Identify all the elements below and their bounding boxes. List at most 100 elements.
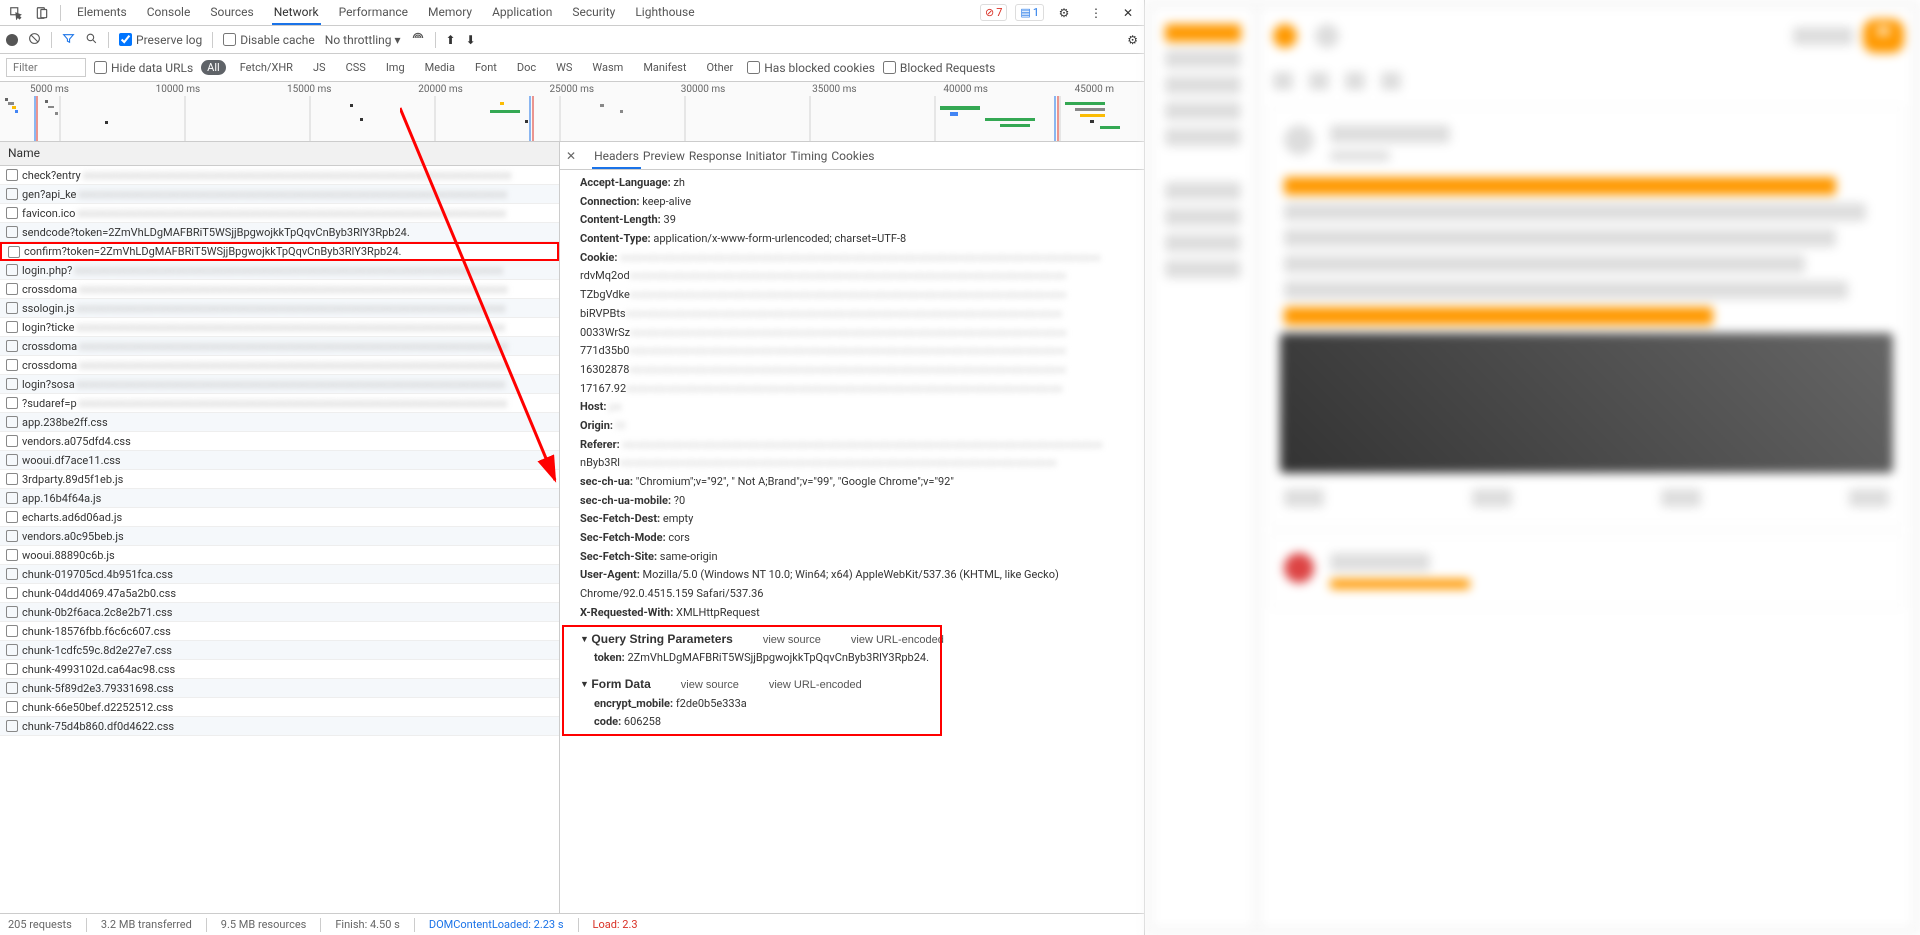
filter-chip-fetchxhr[interactable]: Fetch/XHR	[234, 60, 299, 75]
record-button[interactable]	[6, 34, 18, 46]
settings-icon[interactable]: ⚙	[1052, 1, 1076, 25]
detail-tab-preview[interactable]: Preview	[641, 145, 687, 167]
file-icon	[6, 720, 18, 732]
file-icon	[6, 606, 18, 618]
export-har-icon[interactable]: ⬇	[466, 33, 476, 47]
request-row[interactable]: crossdomaxxxxxxxxxxxxxxxxxxxxxxxxxxxxxxx…	[0, 356, 559, 375]
filter-chip-js[interactable]: JS	[307, 60, 332, 75]
filter-chip-css[interactable]: CSS	[340, 60, 372, 75]
detail-tab-timing[interactable]: Timing	[788, 145, 829, 167]
blocked-requests[interactable]: Blocked Requests	[883, 61, 995, 75]
request-row[interactable]: favicon.icoxxxxxxxxxxxxxxxxxxxxxxxxxxxxx…	[0, 204, 559, 223]
main-tab-security[interactable]: Security	[570, 1, 617, 25]
filter-chip-other[interactable]: Other	[700, 60, 739, 75]
file-icon	[6, 207, 18, 219]
detail-tab-initiator[interactable]: Initiator	[744, 145, 789, 167]
request-row[interactable]: confirm?token=2ZmVhLDgMAFBRiT5WSjjBpgwoj…	[0, 242, 559, 261]
search-icon[interactable]	[85, 32, 98, 48]
request-row[interactable]: sendcode?token=2ZmVhLDgMAFBRiT5WSjjBpgwo…	[0, 223, 559, 242]
request-row[interactable]: crossdomaxxxxxxxxxxxxxxxxxxxxxxxxxxxxxxx…	[0, 337, 559, 356]
request-row[interactable]: chunk-04dd4069.47a5a2b0.css	[0, 584, 559, 603]
has-blocked-cookies[interactable]: Has blocked cookies	[747, 61, 875, 75]
filter-chip-wasm[interactable]: Wasm	[586, 60, 629, 75]
waterfall-overview[interactable]: 5000 ms10000 ms15000 ms20000 ms25000 ms3…	[0, 82, 1144, 142]
file-icon	[6, 625, 18, 637]
request-row[interactable]: chunk-4993102d.ca64ac98.css	[0, 660, 559, 679]
status-dcl: DOMContentLoaded: 2.23 s	[429, 918, 564, 931]
filter-chip-ws[interactable]: WS	[550, 60, 578, 75]
request-list: Name check?entryxxxxxxxxxxxxxxxxxxxxxxxx…	[0, 142, 560, 913]
detail-tab-cookies[interactable]: Cookies	[829, 145, 876, 167]
request-row[interactable]: 3rdparty.89d5f1eb.js	[0, 470, 559, 489]
main-tab-network[interactable]: Network	[272, 1, 321, 25]
filter-chip-media[interactable]: Media	[419, 60, 461, 75]
file-icon	[6, 321, 18, 333]
hide-data-urls[interactable]: Hide data URLs	[94, 61, 193, 75]
network-settings-icon[interactable]: ⚙	[1127, 33, 1138, 47]
detail-tab-headers[interactable]: Headers	[592, 145, 641, 169]
clear-icon[interactable]	[28, 32, 41, 48]
status-finish: Finish: 4.50 s	[335, 918, 400, 931]
more-icon[interactable]: ⋮	[1084, 1, 1108, 25]
request-row[interactable]: wooui.df7ace11.css	[0, 451, 559, 470]
file-icon	[6, 511, 18, 523]
filter-chip-manifest[interactable]: Manifest	[637, 60, 692, 75]
request-row[interactable]: chunk-66e50bef.d2252512.css	[0, 698, 559, 717]
request-row[interactable]: chunk-18576fbb.f6c6c607.css	[0, 622, 559, 641]
throttling-select[interactable]: No throttling ▾	[325, 33, 401, 47]
detail-tab-response[interactable]: Response	[687, 145, 744, 167]
request-row[interactable]: app.16b4f64a.js	[0, 489, 559, 508]
disable-cache-checkbox[interactable]: Disable cache	[223, 33, 315, 47]
request-row[interactable]: login?sosaxxxxxxxxxxxxxxxxxxxxxxxxxxxxxx…	[0, 375, 559, 394]
file-icon	[6, 454, 18, 466]
request-row[interactable]: echarts.ad6d06ad.js	[0, 508, 559, 527]
request-row[interactable]: chunk-0b2f6aca.2c8e2b71.css	[0, 603, 559, 622]
main-tab-memory[interactable]: Memory	[426, 1, 474, 25]
request-row[interactable]: vendors.a0c95beb.js	[0, 527, 559, 546]
request-row[interactable]: ?sudaref=pxxxxxxxxxxxxxxxxxxxxxxxxxxxxxx…	[0, 394, 559, 413]
file-icon	[6, 378, 18, 390]
filter-chip-img[interactable]: Img	[380, 60, 411, 75]
main-tab-performance[interactable]: Performance	[337, 1, 410, 25]
filter-row: Hide data URLs All Fetch/XHR JS CSS Img Media…	[0, 54, 1144, 82]
file-icon	[6, 416, 18, 428]
name-column-header[interactable]: Name	[0, 142, 559, 166]
main-tab-lighthouse[interactable]: Lighthouse	[633, 1, 696, 25]
request-row[interactable]: chunk-1cdfc59c.8d2e27e7.css	[0, 641, 559, 660]
file-icon	[6, 530, 18, 542]
request-row[interactable]: check?entryxxxxxxxxxxxxxxxxxxxxxxxxxxxxx…	[0, 166, 559, 185]
import-har-icon[interactable]: ⬆	[446, 33, 456, 47]
request-row[interactable]: ssologin.jsxxxxxxxxxxxxxxxxxxxxxxxxxxxxx…	[0, 299, 559, 318]
device-toggle-icon[interactable]	[30, 1, 54, 25]
request-row[interactable]: vendors.a075dfd4.css	[0, 432, 559, 451]
file-icon	[6, 264, 18, 276]
inspect-icon[interactable]	[4, 1, 28, 25]
error-badge[interactable]: ⊘ 7	[980, 4, 1007, 21]
status-transferred: 3.2 MB transferred	[101, 918, 192, 931]
request-row[interactable]: chunk-019705cd.4b951fca.css	[0, 565, 559, 584]
request-row[interactable]: login?tickexxxxxxxxxxxxxxxxxxxxxxxxxxxxx…	[0, 318, 559, 337]
main-tab-console[interactable]: Console	[145, 1, 193, 25]
filter-chip-all[interactable]: All	[201, 60, 226, 75]
request-row[interactable]: login.php?xxxxxxxxxxxxxxxxxxxxxxxxxxxxxx…	[0, 261, 559, 280]
request-row[interactable]: chunk-5f89d2e3.79331698.css	[0, 679, 559, 698]
request-row[interactable]: app.238be2ff.css	[0, 413, 559, 432]
main-tab-sources[interactable]: Sources	[208, 1, 255, 25]
filter-icon[interactable]	[62, 32, 75, 48]
main-tab-elements[interactable]: Elements	[75, 1, 129, 25]
request-row[interactable]: chunk-75d4b860.df0d4622.css	[0, 717, 559, 736]
filter-chip-doc[interactable]: Doc	[511, 60, 542, 75]
info-badge[interactable]: ▤ 1	[1015, 4, 1044, 21]
main-tab-strip: Elements Console Sources Network Performance…	[0, 0, 1144, 26]
close-detail-icon[interactable]: ✕	[566, 149, 576, 163]
filter-chip-font[interactable]: Font	[469, 60, 503, 75]
request-row[interactable]: crossdomaxxxxxxxxxxxxxxxxxxxxxxxxxxxxxxx…	[0, 280, 559, 299]
file-icon	[6, 549, 18, 561]
request-row[interactable]: gen?api_kexxxxxxxxxxxxxxxxxxxxxxxxxxxxxx…	[0, 185, 559, 204]
close-devtools-icon[interactable]: ✕	[1116, 1, 1140, 25]
main-tab-application[interactable]: Application	[490, 1, 554, 25]
filter-input[interactable]	[6, 58, 86, 77]
network-conditions-icon[interactable]	[411, 31, 425, 48]
request-row[interactable]: wooui.88890c6b.js	[0, 546, 559, 565]
preserve-log-checkbox[interactable]: Preserve log	[119, 33, 202, 47]
